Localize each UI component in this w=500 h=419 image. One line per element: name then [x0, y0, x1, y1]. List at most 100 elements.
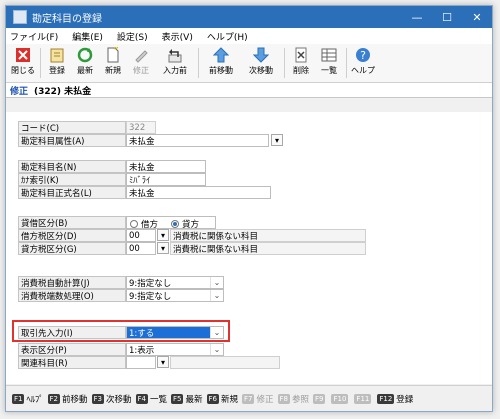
tax-auto-calc-select[interactable]: 9:指定なし ⌄ — [126, 276, 224, 289]
help-icon: ? — [354, 47, 372, 63]
list-button[interactable]: 一覧 — [316, 44, 342, 76]
fkey-badge: F3 — [91, 393, 104, 404]
chevron-down-icon: ⌄ — [210, 277, 223, 288]
related-account-label: 関連科目(R) — [18, 356, 126, 369]
debit-radio-dot — [130, 220, 138, 228]
tax-rounding-label: 消費税端数処理(O) — [18, 289, 126, 302]
toolbar-divider — [284, 48, 285, 78]
list-icon — [320, 47, 338, 63]
debit-tax-description: 消費税に関係ない科目 — [170, 229, 366, 242]
debit-credit-label: 貸借区分(B) — [18, 216, 126, 229]
title-bar: 勘定科目の登録 — ☐ ✕ — [6, 6, 492, 28]
credit-tax-code-field[interactable]: 00 — [126, 242, 156, 255]
toolbar: 閉じる 登録 最新 新規 修正 入力前 前移動 次移動 削除 一覧 ? ヘルプ — [6, 44, 492, 83]
fkey-badge: F12 — [377, 393, 395, 404]
edit-button[interactable]: 修正 — [128, 44, 154, 76]
prev-input-button[interactable]: 入力前 — [156, 44, 194, 76]
f12-button[interactable]: F12 登録 — [377, 393, 413, 405]
f9-button[interactable]: F9 — [313, 393, 327, 404]
fkey-badge: F9 — [313, 393, 326, 404]
account-attribute-field[interactable]: 未払金 — [126, 134, 269, 147]
highlight-box — [12, 320, 230, 342]
display-type-select[interactable]: 1:表示 ⌄ — [126, 343, 224, 356]
fkey-label: 最新 — [185, 394, 203, 405]
menu-view[interactable]: 表示(V) — [162, 30, 193, 43]
undo-icon — [166, 47, 184, 63]
prev-button[interactable]: 前移動 — [202, 44, 240, 76]
maximize-button[interactable]: ☐ — [432, 11, 462, 24]
attribute-select-button[interactable]: ▾ — [271, 134, 283, 146]
help-button[interactable]: ? ヘルプ — [350, 44, 376, 76]
fkey-badge: F8 — [277, 393, 290, 404]
close-label: 閉じる — [11, 66, 35, 75]
f7-button[interactable]: F7 修正 — [242, 393, 274, 405]
tax-auto-calc-value: 9:指定なし — [129, 278, 172, 289]
new-label: 新規 — [105, 66, 121, 75]
f2-button[interactable]: F2 前移動 — [47, 393, 88, 405]
fkey-badge: F11 — [354, 393, 372, 404]
f3-button[interactable]: F3 次移動 — [91, 393, 132, 405]
toolbar-divider — [40, 48, 41, 78]
f11-button[interactable]: F11 — [354, 393, 373, 404]
f6-button[interactable]: F6 新規 — [206, 393, 238, 405]
related-account-select-button[interactable]: ▾ — [157, 356, 169, 368]
delete-button[interactable]: 削除 — [288, 44, 314, 76]
list-label: 一覧 — [321, 66, 337, 75]
f4-button[interactable]: F4 一覧 — [135, 393, 167, 405]
tax-rounding-value: 9:指定なし — [129, 291, 172, 302]
close-icon — [14, 47, 32, 63]
minimize-button[interactable]: — — [402, 11, 432, 24]
f10-button[interactable]: F10 — [331, 393, 350, 404]
credit-tax-label: 貸方税区分(G) — [18, 242, 126, 255]
kana-index-label: ｶﾅ索引(K) — [18, 173, 126, 186]
close-button[interactable]: 閉じる — [10, 44, 36, 76]
fkey-label: 登録 — [396, 394, 414, 405]
formal-name-field[interactable]: 未払金 — [126, 186, 271, 199]
prev-label: 前移動 — [209, 66, 233, 75]
menu-edit[interactable]: 編集(E) — [72, 30, 103, 43]
fkey-badge: F1 — [12, 393, 25, 404]
fkey-label: 次移動 — [105, 394, 132, 405]
new-button[interactable]: 新規 — [100, 44, 126, 76]
f8-button[interactable]: F8 参照 — [277, 393, 309, 405]
credit-radio-dot — [171, 220, 179, 228]
record-label: (322) 未払金 — [34, 86, 92, 97]
help-label: ヘルプ — [351, 66, 375, 75]
main-window: 勘定科目の登録 — ☐ ✕ ファイル(F) 編集(E) 設定(S) 表示(V) … — [5, 5, 493, 412]
refresh-icon — [76, 47, 94, 63]
credit-tax-select-button[interactable]: ▾ — [157, 242, 169, 254]
display-type-value: 1:表示 — [129, 345, 155, 356]
next-label: 次移動 — [249, 66, 273, 75]
fkey-badge: F2 — [47, 393, 60, 404]
refresh-button[interactable]: 最新 — [72, 44, 98, 76]
next-button[interactable]: 次移動 — [242, 44, 280, 76]
f5-button[interactable]: F5 最新 — [171, 393, 203, 405]
refresh-label: 最新 — [77, 66, 93, 75]
tax-auto-calc-label: 消費税自動計算(J) — [18, 276, 126, 289]
display-type-label: 表示区分(P) — [18, 343, 126, 356]
fkey-label: 一覧 — [149, 394, 167, 405]
account-name-field[interactable]: 未払金 — [126, 160, 206, 173]
edit-label: 修正 — [133, 66, 149, 75]
close-window-button[interactable]: ✕ — [462, 11, 492, 24]
f1-button[interactable]: F1 ﾍﾙﾌﾟ — [12, 393, 44, 405]
arrow-down-icon — [252, 47, 270, 63]
kana-index-field[interactable]: ﾐﾊﾞﾗｲ — [126, 173, 206, 186]
menu-help[interactable]: ヘルプ(H) — [207, 30, 248, 43]
menu-file[interactable]: ファイル(F) — [10, 30, 58, 43]
menu-settings[interactable]: 設定(S) — [117, 30, 148, 43]
debit-tax-select-button[interactable]: ▾ — [157, 229, 169, 241]
fkey-badge: F4 — [135, 393, 148, 404]
register-button[interactable]: 登録 — [44, 44, 70, 76]
fkey-badge: F7 — [242, 393, 255, 404]
formal-name-label: 勘定科目正式名(L) — [18, 186, 126, 199]
debit-tax-code-field[interactable]: 00 — [126, 229, 156, 242]
tax-rounding-select[interactable]: 9:指定なし ⌄ — [126, 289, 224, 302]
related-account-field[interactable] — [126, 356, 156, 369]
delete-label: 削除 — [293, 66, 309, 75]
account-name-label: 勘定科目名(N) — [18, 160, 126, 173]
mode-label: 修正 — [10, 86, 29, 97]
prev-input-label: 入力前 — [163, 66, 187, 75]
register-label: 登録 — [49, 66, 65, 75]
fkey-badge: F6 — [206, 393, 219, 404]
